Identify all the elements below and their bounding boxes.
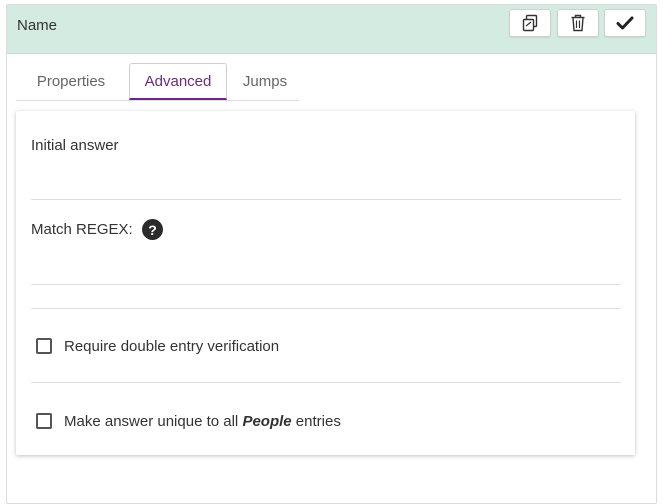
initial-answer-input[interactable]	[31, 199, 621, 200]
people-emphasis: People	[242, 413, 292, 430]
tab-advanced[interactable]: Advanced	[129, 63, 227, 100]
unique-answer-label: Make answer unique to all People entries	[64, 413, 341, 430]
confirm-button[interactable]	[604, 9, 646, 37]
check-icon	[616, 16, 634, 30]
double-entry-label: Require double entry verification	[64, 338, 280, 355]
question-title: Name	[17, 17, 58, 34]
duplicate-button[interactable]	[509, 9, 551, 37]
card-header: Name	[7, 5, 656, 54]
advanced-panel: Initial answer Match REGEX: ? Require do…	[16, 111, 635, 455]
tab-bar: Properties Advanced Jumps	[16, 63, 299, 101]
tab-jumps[interactable]: Jumps	[236, 64, 294, 99]
question-circle-icon[interactable]: ?	[142, 219, 163, 240]
copy-icon	[522, 14, 538, 32]
tab-properties[interactable]: Properties	[22, 64, 120, 99]
trash-icon	[571, 14, 585, 32]
double-entry-checkbox[interactable]	[36, 338, 52, 354]
divider	[31, 308, 621, 309]
delete-button[interactable]	[557, 9, 599, 37]
unique-answer-checkbox[interactable]	[36, 413, 52, 429]
divider	[31, 382, 621, 383]
match-regex-input[interactable]	[31, 284, 621, 285]
match-regex-label: Match REGEX:	[31, 221, 133, 238]
initial-answer-label: Initial answer	[31, 137, 119, 154]
